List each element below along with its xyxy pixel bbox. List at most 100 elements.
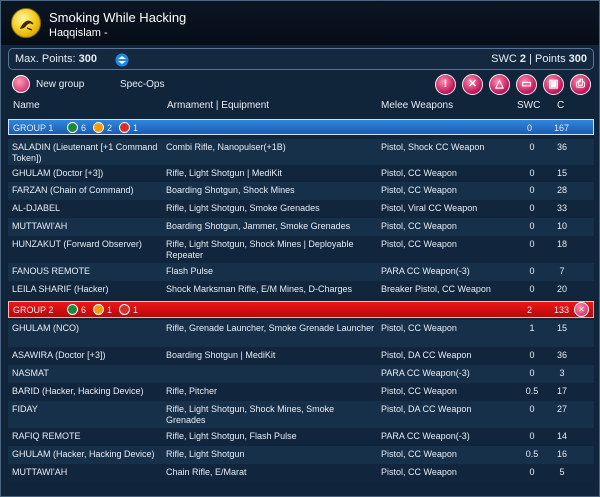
unit-row[interactable]: GHULAM (NCO) Rifle, Grenade Launcher, Sm… <box>8 320 594 347</box>
unit-melee: Breaker Pistol, CC Weapon <box>381 284 491 294</box>
unit-swc: 0.5 <box>525 449 539 459</box>
unit-name: ASAWIRA (Doctor [+3]) <box>12 350 106 360</box>
unit-name: MUTTAWI'AH <box>12 467 68 477</box>
save-icon[interactable]: ▣ <box>543 74 564 95</box>
unit-name: FANOUS REMOTE <box>12 266 91 276</box>
unit-melee: Pistol, Viral CC Weapon <box>381 203 478 213</box>
unit-melee: Pistol, CC Weapon <box>381 323 457 333</box>
unit-cost: 28 <box>556 185 567 195</box>
unit-melee: Pistol, CC Weapon <box>381 449 457 459</box>
unit-swc: 0 <box>529 350 535 360</box>
group-swc: 0 <box>527 123 533 133</box>
new-group-icon[interactable] <box>12 75 30 93</box>
unit-melee: Pistol, Shock CC Weapon <box>381 142 485 152</box>
unit-name: NASMAT <box>12 368 49 378</box>
col-swc[interactable]: SWC <box>517 100 540 111</box>
totals: SWC 2 | Points 300 <box>491 53 587 65</box>
unit-armament: Rifle, Grenade Launcher, Smoke Grenade L… <box>166 323 375 333</box>
unit-melee: Pistol, CC Weapon <box>381 168 457 178</box>
spec-ops-button[interactable]: Spec-Ops <box>120 79 164 90</box>
unit-swc: 0 <box>529 431 535 441</box>
unit-melee: Pistol, CC Weapon <box>381 386 457 396</box>
group-cost: 133 <box>554 305 570 315</box>
unit-melee: Pistol, CC Weapon <box>381 221 457 231</box>
unit-name: SALADIN (Lieutenant [+1 Command Token]) <box>12 142 158 163</box>
unit-swc: 0 <box>529 142 535 152</box>
unit-row[interactable]: ASAWIRA (Doctor [+3]) Boarding Shotgun |… <box>8 347 594 365</box>
unit-name: AL-DJABEL <box>12 203 61 213</box>
irregular-orders-count: 1 <box>107 305 113 315</box>
col-name[interactable]: Name <box>13 100 40 111</box>
unit-row[interactable]: BARID (Hacker, Hacking Device) Rifle, Pi… <box>8 383 594 401</box>
faction-logo-icon <box>11 8 41 38</box>
unit-row[interactable]: NASMAT PARA CC Weapon(-3) 0 3 <box>8 365 594 383</box>
unit-cost: 33 <box>556 203 567 213</box>
max-points-stepper-icon[interactable] <box>115 53 129 67</box>
unit-cost: 3 <box>559 368 565 378</box>
column-headers: Name Armament | Equipment Melee Weapons … <box>1 98 599 114</box>
chat-icon[interactable]: ▭ <box>516 74 537 95</box>
unit-name: HUNZAKUT (Forward Observer) <box>12 239 142 249</box>
unit-cost: 36 <box>556 350 567 360</box>
unit-cost: 17 <box>556 386 567 396</box>
unit-row[interactable]: FIDAY Rifle, Light Shotgun, Shock Mines,… <box>8 401 594 428</box>
army-list: GROUP 1 6 2 1 0 167 SALADIN (Lieutenant [… <box>8 117 594 495</box>
unit-row[interactable]: AL-DJABEL Rifle, Light Shotgun, Smoke Gr… <box>8 200 594 218</box>
irregular-orders-count: 2 <box>107 123 113 133</box>
regular-order-icon <box>67 304 78 315</box>
unit-row[interactable]: HUNZAKUT (Forward Observer) Rifle, Light… <box>8 236 594 263</box>
col-melee[interactable]: Melee Weapons <box>381 100 453 111</box>
unit-row[interactable]: FANOUS REMOTE Flash Pulse PARA CC Weapon… <box>8 263 594 281</box>
unit-cost: 5 <box>559 467 565 477</box>
unit-cost: 10 <box>556 221 567 231</box>
unit-armament: Rifle, Light Shotgun <box>166 449 245 459</box>
trash-icon[interactable]: ✕ <box>462 74 483 95</box>
unit-name: BARID (Hacker, Hacking Device) <box>12 386 144 396</box>
col-c[interactable]: C <box>557 100 564 111</box>
points-total: 300 <box>568 53 587 65</box>
print-icon[interactable]: ⎙ <box>570 74 591 95</box>
unit-armament: Chain Rifle, E/Marat <box>166 467 247 477</box>
points-bar: Max. Points: 300 SWC 2 | Points 300 <box>8 48 594 70</box>
unit-swc: 0 <box>529 221 535 231</box>
col-armament[interactable]: Armament | Equipment <box>167 100 269 111</box>
unit-cost: 15 <box>556 323 567 333</box>
swc-total: 2 <box>519 53 527 65</box>
unit-cost: 20 <box>556 284 567 294</box>
group-header-2[interactable]: GROUP 2 6 1 1 2 133 ✕ <box>8 301 594 318</box>
unit-armament: Boarding Shotgun, Shock Mines <box>166 185 295 195</box>
unit-armament: Boarding Shotgun | MediKit <box>166 350 276 360</box>
unit-row[interactable]: GHULAM (Hacker, Hacking Device) Rifle, L… <box>8 446 594 464</box>
unit-row[interactable]: GHULAM (Doctor [+3]) Rifle, Light Shotgu… <box>8 165 594 182</box>
unit-name: RAFIQ REMOTE <box>12 431 81 441</box>
unit-name: GHULAM (Doctor [+3]) <box>12 168 104 178</box>
unit-swc: 0 <box>529 203 535 213</box>
delete-group-icon[interactable]: ✕ <box>574 302 589 317</box>
unit-name: LEILA SHARIF (Hacker) <box>12 284 109 294</box>
unit-armament: Rifle, Light Shotgun, Smoke Grenades <box>166 203 320 213</box>
unit-cost: 18 <box>556 239 567 249</box>
unit-cost: 27 <box>556 404 567 414</box>
impetuous-orders-count: 1 <box>133 123 139 133</box>
new-group-button[interactable]: New group <box>36 79 84 90</box>
unit-row[interactable]: FARZAN (Chain of Command) Boarding Shotg… <box>8 182 594 200</box>
unit-cost: 7 <box>559 266 565 276</box>
warning-icon[interactable]: ! <box>435 74 456 95</box>
unit-armament: Combi Rifle, Nanopulser(+1B) <box>166 142 286 152</box>
group-label: GROUP 2 <box>13 305 54 315</box>
unit-swc: 0 <box>529 185 535 195</box>
unit-row[interactable]: SALADIN (Lieutenant [+1 Command Token]) … <box>8 139 594 165</box>
unit-row[interactable]: MUTTAWI'AH Chain Rifle, E/Marat Pistol, … <box>8 464 594 482</box>
unit-name: GHULAM (NCO) <box>12 323 79 333</box>
unit-cost: 36 <box>556 142 567 152</box>
unit-row[interactable]: RAFIQ REMOTE Rifle, Light Shotgun, Flash… <box>8 428 594 446</box>
unit-swc: 0 <box>529 467 535 477</box>
irregular-order-icon <box>93 304 104 315</box>
unit-row[interactable]: MUTTAWI'AH Boarding Shotgun, Jammer, Smo… <box>8 218 594 236</box>
unit-melee: PARA CC Weapon(-3) <box>381 431 470 441</box>
unit-armament: Rifle, Light Shotgun, Flash Pulse <box>166 431 297 441</box>
unit-swc: 0 <box>529 404 535 414</box>
unit-row[interactable]: LEILA SHARIF (Hacker) Shock Marksman Rif… <box>8 281 594 299</box>
triangle-alert-icon[interactable]: △ <box>489 74 510 95</box>
group-header-1[interactable]: GROUP 1 6 2 1 0 167 <box>8 119 594 135</box>
